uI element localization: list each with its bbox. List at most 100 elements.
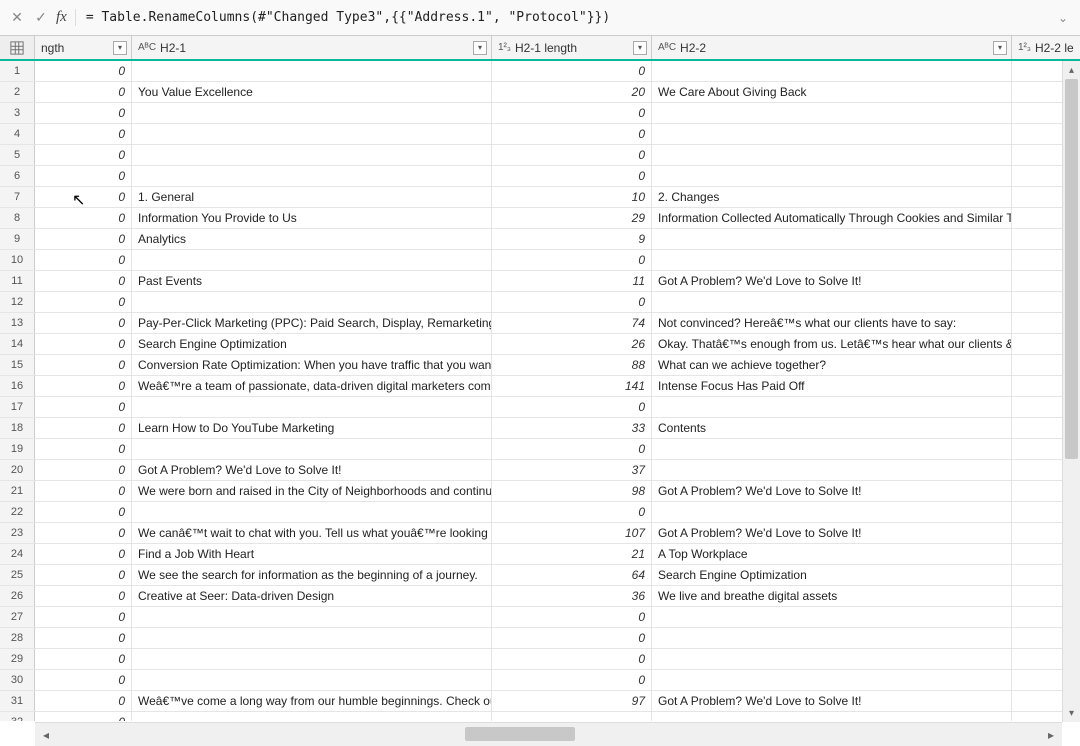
table-row[interactable]: 1900 bbox=[0, 439, 1080, 460]
cell-ngth[interactable]: 0 bbox=[35, 691, 132, 711]
cell-h2-1[interactable]: We were born and raised in the City of N… bbox=[132, 481, 492, 501]
cell-h2-2[interactable] bbox=[652, 61, 1012, 81]
cell-h2-1[interactable]: Analytics bbox=[132, 229, 492, 249]
column-header-ngth[interactable]: ngth ▾ bbox=[35, 36, 132, 59]
cell-h2-1-length[interactable]: 0 bbox=[492, 649, 652, 669]
table-row[interactable]: 130Pay-Per-Click Marketing (PPC): Paid S… bbox=[0, 313, 1080, 334]
filter-dropdown-icon[interactable]: ▾ bbox=[473, 41, 487, 55]
cell-h2-2[interactable] bbox=[652, 229, 1012, 249]
cell-h2-2[interactable] bbox=[652, 460, 1012, 480]
table-row[interactable]: 230We canâ€™t wait to chat with you. Tel… bbox=[0, 523, 1080, 544]
cell-h2-2[interactable] bbox=[652, 166, 1012, 186]
cell-h2-2[interactable]: Got A Problem? We'd Love to Solve It! bbox=[652, 691, 1012, 711]
row-number[interactable]: 29 bbox=[0, 649, 35, 669]
cell-h2-2[interactable]: Got A Problem? We'd Love to Solve It! bbox=[652, 271, 1012, 291]
row-number[interactable]: 25 bbox=[0, 565, 35, 585]
cell-h2-2[interactable] bbox=[652, 712, 1012, 721]
cell-ngth[interactable]: 0 bbox=[35, 586, 132, 606]
table-row[interactable]: 701. General102. Changes bbox=[0, 187, 1080, 208]
cell-h2-1-length[interactable]: 141 bbox=[492, 376, 652, 396]
cell-ngth[interactable]: 0 bbox=[35, 334, 132, 354]
row-number[interactable]: 8 bbox=[0, 208, 35, 228]
column-header-h2-1-length[interactable]: 1²₃ H2-1 length ▾ bbox=[492, 36, 652, 59]
accept-button[interactable]: ✓ bbox=[32, 9, 50, 27]
cell-ngth[interactable]: 0 bbox=[35, 187, 132, 207]
cell-ngth[interactable]: 0 bbox=[35, 523, 132, 543]
cell-h2-2[interactable]: What can we achieve together? bbox=[652, 355, 1012, 375]
cell-h2-2[interactable] bbox=[652, 397, 1012, 417]
cell-ngth[interactable]: 0 bbox=[35, 145, 132, 165]
table-row[interactable]: 400 bbox=[0, 124, 1080, 145]
cell-ngth[interactable]: 0 bbox=[35, 628, 132, 648]
table-row[interactable]: 1700 bbox=[0, 397, 1080, 418]
cell-ngth[interactable]: 0 bbox=[35, 208, 132, 228]
scroll-right-icon[interactable]: ▸ bbox=[1040, 723, 1062, 746]
cell-h2-1-length[interactable]: 74 bbox=[492, 313, 652, 333]
cell-ngth[interactable]: 0 bbox=[35, 607, 132, 627]
cell-h2-2[interactable]: Got A Problem? We'd Love to Solve It! bbox=[652, 523, 1012, 543]
cell-h2-1[interactable]: Past Events bbox=[132, 271, 492, 291]
cell-ngth[interactable]: 0 bbox=[35, 250, 132, 270]
cell-ngth[interactable]: 0 bbox=[35, 292, 132, 312]
cell-ngth[interactable]: 0 bbox=[35, 439, 132, 459]
table-row[interactable]: 140Search Engine Optimization26Okay. Tha… bbox=[0, 334, 1080, 355]
row-number[interactable]: 27 bbox=[0, 607, 35, 627]
cell-h2-1-length[interactable]: 10 bbox=[492, 187, 652, 207]
row-number[interactable]: 15 bbox=[0, 355, 35, 375]
cell-h2-1-length[interactable]: 33 bbox=[492, 418, 652, 438]
table-row[interactable]: 2800 bbox=[0, 628, 1080, 649]
cell-ngth[interactable]: 0 bbox=[35, 565, 132, 585]
cell-h2-1-length[interactable]: 0 bbox=[492, 166, 652, 186]
cell-h2-1[interactable]: Weâ€™ve come a long way from our humble … bbox=[132, 691, 492, 711]
cell-h2-2[interactable] bbox=[652, 103, 1012, 123]
row-number[interactable]: 20 bbox=[0, 460, 35, 480]
cell-h2-1[interactable] bbox=[132, 628, 492, 648]
cell-h2-1[interactable] bbox=[132, 250, 492, 270]
cell-ngth[interactable]: 0 bbox=[35, 481, 132, 501]
cell-ngth[interactable]: 0 bbox=[35, 61, 132, 81]
cell-h2-1[interactable]: Pay-Per-Click Marketing (PPC): Paid Sear… bbox=[132, 313, 492, 333]
cell-h2-1-length[interactable]: 0 bbox=[492, 61, 652, 81]
cell-h2-1-length[interactable]: 0 bbox=[492, 670, 652, 690]
cell-h2-2[interactable] bbox=[652, 502, 1012, 522]
cell-h2-1[interactable]: Search Engine Optimization bbox=[132, 334, 492, 354]
cell-h2-1-length[interactable]: 0 bbox=[492, 439, 652, 459]
row-number[interactable]: 3 bbox=[0, 103, 35, 123]
table-row[interactable]: 150Conversion Rate Optimization: When yo… bbox=[0, 355, 1080, 376]
cell-h2-1-length[interactable] bbox=[492, 712, 652, 721]
cell-h2-1-length[interactable]: 107 bbox=[492, 523, 652, 543]
table-row[interactable]: 600 bbox=[0, 166, 1080, 187]
table-row[interactable]: 100 bbox=[0, 61, 1080, 82]
vertical-scrollbar[interactable]: ▴ ▾ bbox=[1062, 61, 1080, 722]
cell-h2-1-length[interactable]: 0 bbox=[492, 124, 652, 144]
cell-h2-1[interactable]: We canâ€™t wait to chat with you. Tell u… bbox=[132, 523, 492, 543]
table-row[interactable]: 180Learn How to Do YouTube Marketing33Co… bbox=[0, 418, 1080, 439]
cell-h2-1-length[interactable]: 0 bbox=[492, 397, 652, 417]
row-number[interactable]: 16 bbox=[0, 376, 35, 396]
cell-h2-2[interactable]: Not convinced? Hereâ€™s what our clients… bbox=[652, 313, 1012, 333]
row-number[interactable]: 1 bbox=[0, 61, 35, 81]
cell-h2-2[interactable]: We live and breathe digital assets bbox=[652, 586, 1012, 606]
scroll-left-icon[interactable]: ◂ bbox=[35, 723, 57, 746]
cell-h2-2[interactable]: Intense Focus Has Paid Off bbox=[652, 376, 1012, 396]
cell-h2-1[interactable]: Conversion Rate Optimization: When you h… bbox=[132, 355, 492, 375]
cell-h2-2[interactable] bbox=[652, 439, 1012, 459]
table-row[interactable]: 250We see the search for information as … bbox=[0, 565, 1080, 586]
cell-ngth[interactable]: 0 bbox=[35, 418, 132, 438]
cell-ngth[interactable]: 0 bbox=[35, 712, 132, 721]
row-number[interactable]: 12 bbox=[0, 292, 35, 312]
scroll-down-icon[interactable]: ▾ bbox=[1063, 704, 1080, 722]
cell-h2-1-length[interactable]: 9 bbox=[492, 229, 652, 249]
cell-h2-1-length[interactable]: 20 bbox=[492, 82, 652, 102]
cell-h2-1[interactable]: Weâ€™re a team of passionate, data-drive… bbox=[132, 376, 492, 396]
cell-h2-1[interactable] bbox=[132, 670, 492, 690]
row-number[interactable]: 31 bbox=[0, 691, 35, 711]
row-number[interactable]: 17 bbox=[0, 397, 35, 417]
column-header-h2-1[interactable]: AᴮC H2-1 ▾ bbox=[132, 36, 492, 59]
cell-h2-2[interactable] bbox=[652, 607, 1012, 627]
row-number[interactable]: 13 bbox=[0, 313, 35, 333]
row-number[interactable]: 4 bbox=[0, 124, 35, 144]
row-number[interactable]: 28 bbox=[0, 628, 35, 648]
horizontal-scrollbar[interactable]: ◂ ▸ bbox=[35, 722, 1062, 746]
row-number[interactable]: 30 bbox=[0, 670, 35, 690]
